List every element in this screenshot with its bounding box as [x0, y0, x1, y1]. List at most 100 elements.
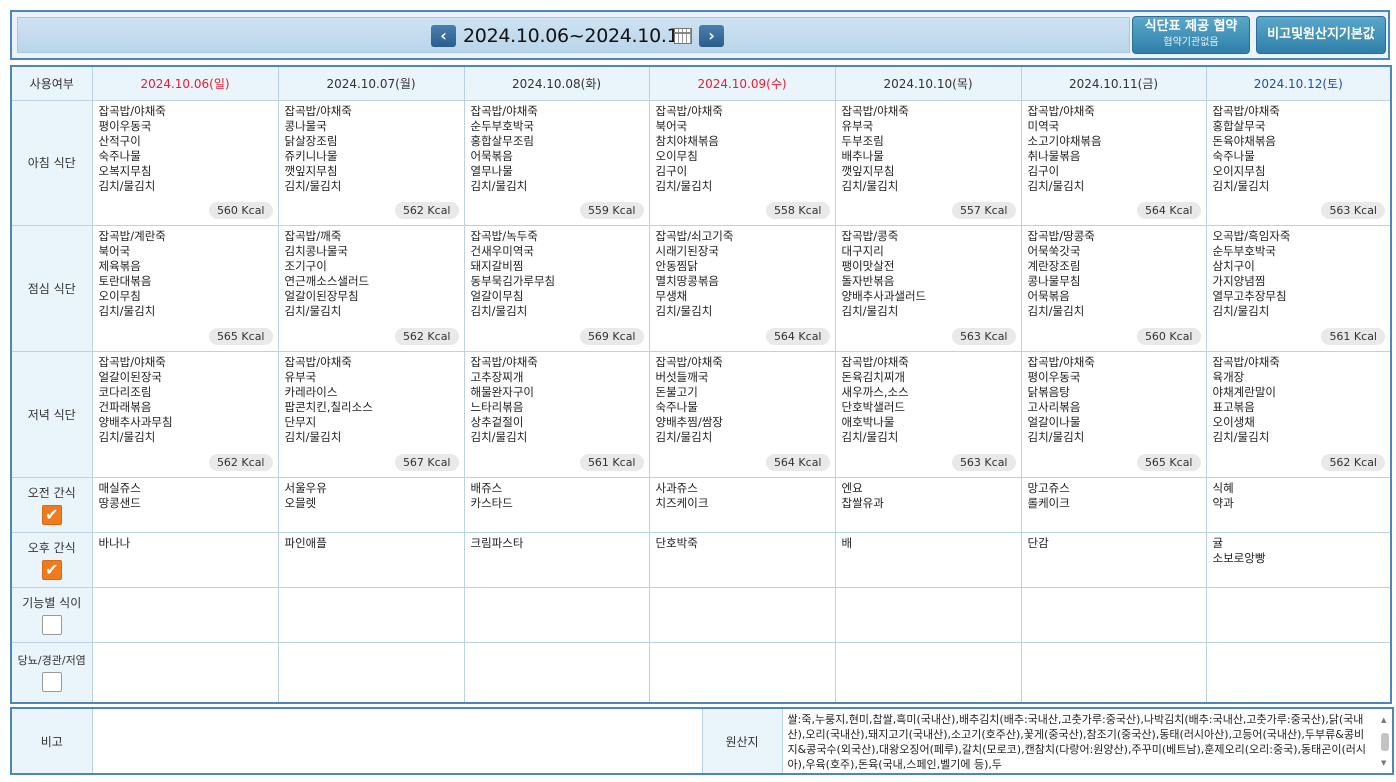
menu-cell[interactable]: 잡곡밥/야채죽 평이우동국 닭볶음탕 고사리볶음 얼갈이나물 김치/물김치 565 Kcal: [1020, 350, 1207, 478]
menu-cell[interactable]: 잡곡밥/야채죽 북어국 참치야채볶음 오이무침 김구이 김치/물김치 558 Kcal: [648, 99, 836, 226]
week-navigation-bar: ‹ 2024.10.06~2024.10.12 › 식단표 제공 협약 협약기관…: [10, 10, 1390, 60]
menu-cell[interactable]: 잡곡밥/땅콩죽 어묵쑥갓국 계란장조림 콩나물무침 어묵볶음 김치/물김치 560 Kcal: [1020, 224, 1207, 352]
dish-item: 배쥬스: [470, 480, 503, 495]
menu-cell[interactable]: 사과쥬스 치즈케이크: [648, 476, 836, 533]
menu-cell[interactable]: 잡곡밥/야채죽 평이우동국 산적구이 숙주나물 오복지무침 김치/물김치 560 Kcal: [91, 99, 279, 226]
menu-cell[interactable]: 잡곡밥/녹두죽 건새우미역국 돼지갈비찜 동부묵김가루무침 얼갈이무침 김치/물김치 569…: [463, 224, 650, 352]
menu-cell[interactable]: [648, 641, 836, 704]
use-checkbox[interactable]: ✔: [41, 505, 62, 525]
menu-cell[interactable]: 잡곡밥/야채죽 미역국 소고기야채볶음 취나물볶음 김구이 김치/물김치 564 Kcal: [1020, 99, 1207, 226]
menu-cell[interactable]: 잡곡밥/야채죽 유부국 카레라이스 팝콘치킨,칠리소스 단무지 김치/물김치 567 Kca…: [277, 350, 465, 478]
dish-item: 잡곡밥/야채죽: [470, 103, 538, 118]
menu-cell[interactable]: 잡곡밥/계란죽 북어국 제육볶음 토란대볶음 오이무침 김치/물김치 565 Kcal: [91, 224, 279, 352]
dish-item: 산적구이: [98, 133, 141, 148]
dish-item: 김치/물김치: [470, 429, 528, 444]
dish-item: 팽이맛살전: [841, 258, 895, 273]
menu-cell[interactable]: [834, 586, 1022, 643]
dish-item: 잡곡밥/녹두죽: [470, 228, 538, 243]
menu-cell[interactable]: 잡곡밥/야채죽 유부국 두부조림 배추나물 깻잎지무침 김치/물김치 557 Kcal: [834, 99, 1022, 226]
origin-text: 쌀:죽,누룽지,현미,찹쌀,흑미(국내산),배추김치(배추:국내산,고춧가루:중…: [787, 713, 1367, 771]
dish-item: 김치/물김치: [470, 178, 528, 193]
dish-item: 숙주나물: [98, 148, 141, 163]
agreement-button[interactable]: 식단표 제공 협약 협약기관없음: [1132, 16, 1250, 54]
remarks-field[interactable]: [91, 707, 703, 775]
menu-cell[interactable]: 잡곡밥/야채죽 콩나물국 닭살장조림 쥬키니나물 깻잎지무침 김치/물김치 562 Kcal: [277, 99, 465, 226]
dish-item: 배추나물: [841, 148, 884, 163]
menu-cell[interactable]: 배쥬스 카스타드: [463, 476, 650, 533]
menu-cell[interactable]: [1205, 586, 1392, 643]
menu-cell[interactable]: 잡곡밥/야채죽 육개장 야채계란말이 표고볶음 오이생채 김치/물김치 562 Kcal: [1205, 350, 1392, 478]
menu-cell[interactable]: 엔요 찹쌀유과: [834, 476, 1022, 533]
menu-cell[interactable]: [834, 641, 1022, 704]
dish-item: 엔요: [841, 480, 863, 495]
dish-item: 홍합살무조림: [470, 133, 534, 148]
dish-item: 카스타드: [470, 495, 513, 510]
menu-cell[interactable]: 바나나: [91, 531, 279, 588]
dish-item: 잡곡밥/땅콩죽: [1027, 228, 1095, 243]
menu-cell[interactable]: [1020, 586, 1207, 643]
menu-cell[interactable]: [1205, 641, 1392, 704]
menu-cell[interactable]: 단감: [1020, 531, 1207, 588]
next-week-button[interactable]: ›: [699, 25, 724, 47]
menu-cell[interactable]: [91, 641, 279, 704]
scroll-down-icon[interactable]: ▼: [1381, 756, 1386, 771]
origin-textarea[interactable]: 쌀:죽,누룽지,현미,찹쌀,흑미(국내산),배추김치(배추:국내산,고춧가루:중…: [783, 709, 1393, 773]
dish-item: 얼갈이된장무침: [284, 288, 359, 303]
dish-item: 팝콘치킨,칠리소스: [284, 399, 373, 414]
dish-item: 콩나물무침: [1027, 273, 1081, 288]
menu-cell[interactable]: 잡곡밥/야채죽 홍합살무국 돈육야채볶음 숙주나물 오이지무침 김치/물김치 563 Kca…: [1205, 99, 1392, 226]
menu-cell[interactable]: [277, 586, 465, 643]
menu-cell[interactable]: 단호박죽: [648, 531, 836, 588]
menu-cell[interactable]: 잡곡밥/야채죽 얼갈이된장국 코다리조림 건파래볶음 양배추사과무침 김치/물김치 562 …: [91, 350, 279, 478]
menu-cell[interactable]: 잡곡밥/야채죽 순두부호박국 홍합살무조림 어묵볶음 열무나물 김치/물김치 559 Kca…: [463, 99, 650, 226]
dish-item: 북어국: [655, 118, 688, 133]
kcal-badge: 565 Kcal: [1136, 453, 1201, 471]
prev-week-button[interactable]: ‹: [431, 25, 456, 47]
menu-cell[interactable]: 잡곡밥/깨죽 김치콩나물국 조기구이 연근깨소스샐러드 얼갈이된장무침 김치/물김치 562…: [277, 224, 465, 352]
dish-item: 김구이: [655, 163, 688, 178]
menu-cell[interactable]: 잡곡밥/쇠고기죽 시래기된장국 안동찜닭 멸치땅콩볶음 무생채 김치/물김치 564 Kca…: [648, 224, 836, 352]
dish-item: 소보로앙빵: [1212, 550, 1266, 565]
date-header-4: 2024.10.10(목): [834, 65, 1022, 101]
dish-item: 잡곡밥/깨죽: [284, 228, 342, 243]
dish-item: 잡곡밥/야채죽: [655, 354, 723, 369]
menu-cell[interactable]: 식혜 약과: [1205, 476, 1392, 533]
menu-cell[interactable]: 서울우유 오믈렛: [277, 476, 465, 533]
use-checkbox[interactable]: [41, 615, 62, 635]
menu-cell[interactable]: [648, 586, 836, 643]
menu-cell[interactable]: 배: [834, 531, 1022, 588]
meal-row: 당뇨/경관/저염: [10, 641, 1392, 704]
menu-cell[interactable]: 크림파스타: [463, 531, 650, 588]
dish-item: 유부국: [841, 118, 874, 133]
row-label: 기능별 식이: [22, 596, 82, 610]
menu-cell[interactable]: 망고쥬스 롤케이크: [1020, 476, 1207, 533]
menu-cell[interactable]: 잡곡밥/야채죽 고추장찌개 해물완자구이 느타리볶음 상추겉절이 김치/물김치 561 Kc…: [463, 350, 650, 478]
menu-cell[interactable]: 오곡밥/흑임자죽 순두부호박국 삼치구이 가지양념찜 열무고추장무침 김치/물김치 561 …: [1205, 224, 1392, 352]
dish-item: 잡곡밥/야채죽: [841, 103, 909, 118]
dish-item: 해물완자구이: [470, 384, 534, 399]
menu-cell[interactable]: [463, 641, 650, 704]
menu-cell[interactable]: [463, 586, 650, 643]
menu-cell[interactable]: 파인애플: [277, 531, 465, 588]
menu-cell[interactable]: [91, 586, 279, 643]
calendar-icon[interactable]: [674, 28, 692, 44]
dish-item: 배: [841, 535, 853, 550]
scroll-thumb[interactable]: [1381, 733, 1389, 751]
origin-scrollbar[interactable]: ▲ ▼: [1380, 713, 1390, 771]
kcal-badge: 560 Kcal: [1136, 327, 1201, 345]
dish-item: 숙주나물: [1212, 148, 1255, 163]
menu-cell[interactable]: 잡곡밥/야채죽 돈육김치찌개 새우까스,소스 단호박샐러드 애호박나물 김치/물김치 563…: [834, 350, 1022, 478]
menu-cell[interactable]: 귤 소보로앙빵: [1205, 531, 1392, 588]
scroll-up-icon[interactable]: ▲: [1381, 713, 1386, 728]
dish-item: 돈불고기: [655, 384, 698, 399]
use-checkbox[interactable]: ✔: [41, 560, 62, 580]
menu-cell[interactable]: 잡곡밥/야채죽 버섯들깨국 돈불고기 숙주나물 양배추찜/쌈장 김치/물김치 564 Kca…: [648, 350, 836, 478]
menu-cell[interactable]: 매실쥬스 땅콩샌드: [91, 476, 279, 533]
menu-cell[interactable]: [1020, 641, 1207, 704]
kcal-badge: 564 Kcal: [765, 453, 830, 471]
use-checkbox[interactable]: [41, 672, 62, 693]
remarks-origin-default-button[interactable]: 비고및원산지기본값: [1256, 16, 1386, 54]
dish-item: 닭볶음탕: [1027, 384, 1070, 399]
menu-cell[interactable]: 잡곡밥/콩죽 대구지리 팽이맛살전 돌자반볶음 양배추사과샐러드 김치/물김치 563 Kc…: [834, 224, 1022, 352]
menu-cell[interactable]: [277, 641, 465, 704]
